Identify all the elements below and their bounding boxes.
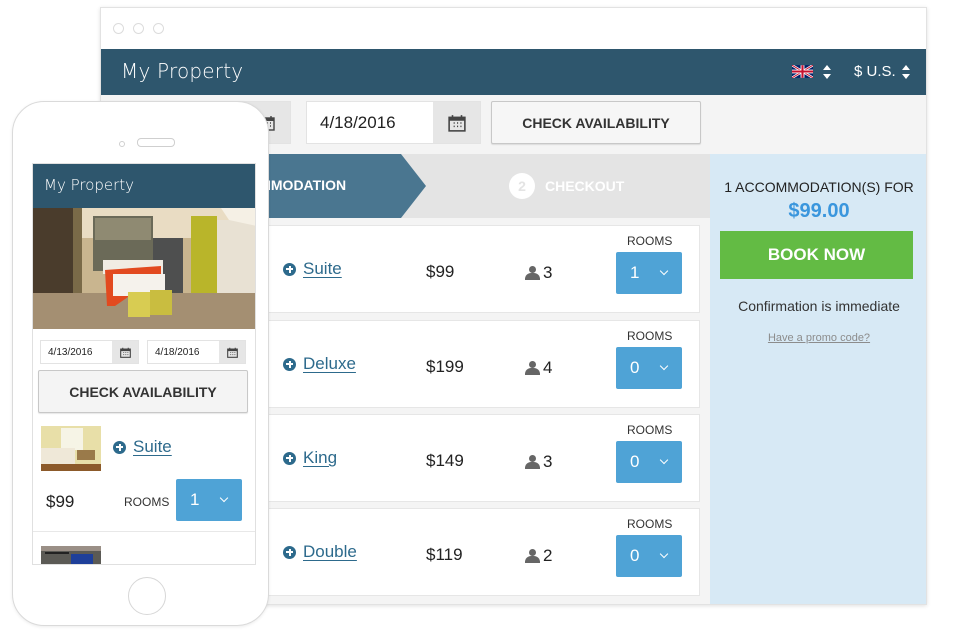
book-now-button[interactable]: BOOK NOW xyxy=(720,231,913,279)
step-number: 2 xyxy=(509,173,535,199)
window-titlebar xyxy=(101,8,926,49)
chevron-down-icon xyxy=(659,266,669,276)
rooms-select-value: 0 xyxy=(630,452,640,471)
person-icon xyxy=(525,266,540,280)
site-title: My Property xyxy=(121,59,244,83)
rooms-label: ROOMS xyxy=(627,423,673,437)
rooms-label: ROOMS xyxy=(627,329,673,343)
language-sort-icon[interactable] xyxy=(823,65,831,79)
window-minimize-dot[interactable] xyxy=(133,23,144,34)
calendar-icon[interactable] xyxy=(433,102,480,143)
checkin-date-value: 4/13/2016 xyxy=(48,347,93,358)
room-thumbnail[interactable] xyxy=(41,546,101,564)
room-row: Double $119 2 ROOMS 0 xyxy=(251,508,700,596)
room-guests: 2 xyxy=(525,546,552,566)
rooms-select-value: 1 xyxy=(190,490,200,509)
person-icon xyxy=(525,361,540,375)
calendar-icon[interactable] xyxy=(112,341,138,363)
room-row: Deluxe $199 4 ROOMS 0 xyxy=(251,320,700,408)
summary-text: 1 ACCOMMODATION(S) FOR xyxy=(724,179,914,195)
phone-speaker-icon xyxy=(137,138,175,147)
guest-count: 2 xyxy=(543,546,553,565)
checkout-date-input[interactable]: 4/18/2016 xyxy=(306,101,481,144)
mobile-checkout-date-input[interactable]: 4/18/2016 xyxy=(147,340,246,364)
mobile-checkin-date-input[interactable]: 4/13/2016 xyxy=(40,340,139,364)
room-price: $149 xyxy=(426,451,464,470)
room-guests: 3 xyxy=(525,263,552,283)
room-guests: 4 xyxy=(525,358,552,378)
phone-home-button[interactable] xyxy=(128,577,166,615)
room-row: Suite $99 3 ROOMS 1 xyxy=(251,225,700,313)
rooms-select[interactable]: 0 xyxy=(616,441,682,483)
person-icon xyxy=(525,549,540,563)
mobile-screen: My Property 4/13/2016 4/18/2016 CHECK AV… xyxy=(32,163,256,565)
room-row: King $149 3 ROOMS 0 xyxy=(251,414,700,502)
window-close-dot[interactable] xyxy=(113,23,124,34)
phone-camera-icon xyxy=(119,141,125,147)
checkout-date-value: 4/18/2016 xyxy=(320,113,396,132)
mobile-site-title: My Property xyxy=(44,176,135,194)
guest-count: 3 xyxy=(543,452,553,471)
guest-count: 3 xyxy=(543,263,553,282)
uk-flag-icon[interactable] xyxy=(792,65,813,78)
rooms-select[interactable]: 0 xyxy=(616,347,682,389)
hotel-room-photo xyxy=(33,208,255,329)
confirmation-text: Confirmation is immediate xyxy=(738,298,900,314)
room-guests: 3 xyxy=(525,452,552,472)
chevron-down-icon xyxy=(659,361,669,371)
room-price: $99 xyxy=(46,492,75,511)
chevron-down-icon xyxy=(659,455,669,465)
site-header: My Property $ U.S. xyxy=(101,49,926,95)
rooms-label: ROOMS xyxy=(627,517,673,531)
plus-circle-icon[interactable] xyxy=(283,262,296,276)
chevron-down-icon xyxy=(219,493,229,503)
mobile-check-availability-button[interactable]: CHECK AVAILABILITY xyxy=(38,370,248,413)
room-price: $199 xyxy=(426,357,464,376)
divider xyxy=(33,531,255,532)
calendar-icon[interactable] xyxy=(219,341,245,363)
rooms-label: ROOMS xyxy=(124,495,170,509)
currency-sort-icon[interactable] xyxy=(902,65,910,79)
plus-circle-icon[interactable] xyxy=(283,451,296,465)
room-name-link[interactable]: King xyxy=(303,448,337,468)
mobile-header: My Property xyxy=(33,164,255,208)
rooms-select-value: 1 xyxy=(630,263,640,282)
step-checkout[interactable]: 2 CHECKOUT xyxy=(509,173,624,199)
rooms-select-value: 0 xyxy=(630,546,640,565)
step-label: CHECKOUT xyxy=(545,178,625,194)
person-icon xyxy=(525,455,540,469)
mobile-phone-frame: My Property 4/13/2016 4/18/2016 CHECK AV… xyxy=(12,101,269,626)
room-price: $119 xyxy=(426,545,463,564)
promo-code-link[interactable]: Have a promo code? xyxy=(710,332,926,344)
checkout-date-value: 4/18/2016 xyxy=(155,347,200,358)
check-availability-button[interactable]: CHECK AVAILABILITY xyxy=(491,101,701,144)
room-name-link[interactable]: Deluxe xyxy=(303,354,356,374)
guest-count: 4 xyxy=(543,358,553,377)
mobile-room-name: Suite xyxy=(113,437,172,457)
rooms-label: ROOMS xyxy=(627,234,673,248)
room-name-link[interactable]: Suite xyxy=(133,437,172,457)
rooms-select[interactable]: 1 xyxy=(176,479,242,521)
room-thumbnail[interactable] xyxy=(41,426,101,471)
plus-circle-icon[interactable] xyxy=(283,357,296,371)
rooms-select[interactable]: 0 xyxy=(616,535,682,577)
plus-circle-icon[interactable] xyxy=(283,545,296,559)
rooms-select-value: 0 xyxy=(630,358,640,377)
room-name-link[interactable]: Suite xyxy=(303,259,342,279)
room-name-link[interactable]: Double xyxy=(303,542,357,562)
plus-circle-icon[interactable] xyxy=(113,440,126,454)
step-label: IMODATION xyxy=(267,177,347,193)
rooms-select[interactable]: 1 xyxy=(616,252,682,294)
total-price: $99.00 xyxy=(788,200,850,222)
currency-selector[interactable]: $ U.S. xyxy=(854,63,896,80)
room-price: $99 xyxy=(426,262,455,281)
chevron-down-icon xyxy=(659,549,669,559)
window-maximize-dot[interactable] xyxy=(153,23,164,34)
booking-summary-sidebar: 1 ACCOMMODATION(S) FOR $99.00 BOOK NOW C… xyxy=(710,154,926,604)
